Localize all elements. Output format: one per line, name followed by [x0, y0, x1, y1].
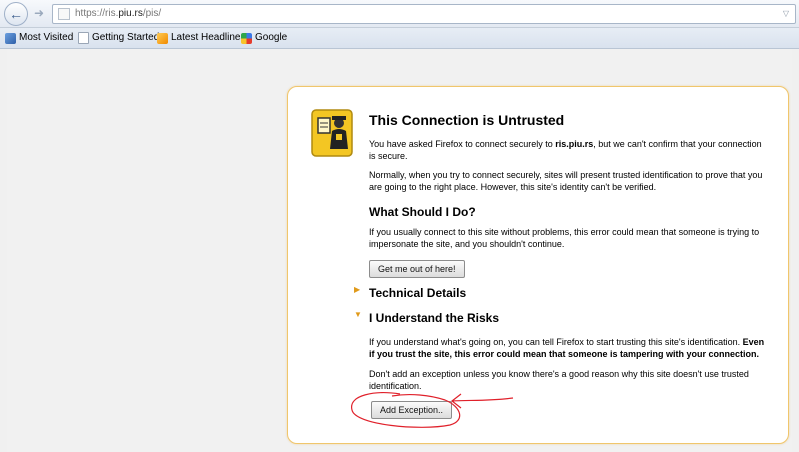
bookmark-google[interactable]: Google: [241, 28, 287, 48]
risks-text: If you understand what's going on, you c…: [369, 337, 765, 359]
red-circle-annotation: [351, 392, 514, 428]
get-me-out-button[interactable]: Get me out of here!: [369, 260, 465, 278]
policeman-certificate-icon: [311, 109, 353, 157]
forward-arrow-icon: ➜: [33, 6, 45, 20]
technical-details-label: Technical Details: [369, 286, 467, 300]
back-arrow-icon: ←: [9, 6, 23, 22]
navigation-toolbar: ← ➜ https://ris.piu.rs/pis/ ▽: [0, 0, 799, 28]
rss-icon: [157, 32, 168, 44]
site-identity-icon[interactable]: [58, 8, 70, 20]
url-bar[interactable]: https://ris.piu.rs/pis/ ▽: [52, 4, 796, 24]
collapse-triangle-icon: ▼: [354, 309, 362, 319]
advice-text: If you usually connect to this site with…: [369, 227, 760, 249]
google-icon: [241, 32, 252, 44]
bookmark-getting-started[interactable]: Getting Started: [78, 28, 159, 48]
expand-triangle-icon: ▶: [354, 284, 361, 294]
bookmarks-toolbar: Most Visited Getting Started Latest Head…: [0, 28, 799, 49]
most-visited-icon: [5, 32, 16, 44]
understand-risks-label: I Understand the Risks: [369, 311, 500, 325]
page-icon: [78, 32, 89, 44]
error-title: This Connection is Untrusted: [369, 112, 565, 128]
forward-button[interactable]: ➜: [28, 3, 50, 23]
url-text: https://ris.piu.rs/pis/: [75, 8, 162, 19]
bookmark-most-visited[interactable]: Most Visited: [5, 28, 73, 48]
error-explanation-text: Normally, when you try to connect secure…: [369, 170, 763, 192]
bookmark-latest-headlines[interactable]: Latest Headlines: [157, 28, 246, 48]
error-intro-text: You have asked Firefox to connect secure…: [369, 139, 762, 161]
url-dropdown-icon[interactable]: ▽: [783, 5, 789, 23]
back-button[interactable]: ←: [4, 2, 28, 26]
what-should-i-do-heading: What Should I Do?: [369, 205, 476, 219]
